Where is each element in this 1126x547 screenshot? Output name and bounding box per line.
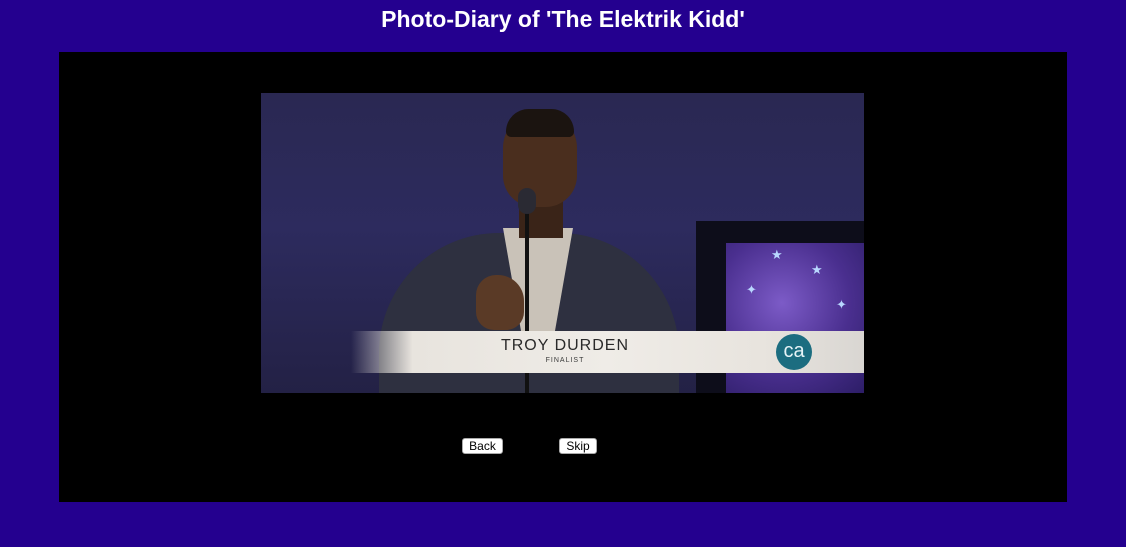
star-icon: ✦ — [836, 297, 847, 312]
star-icon: ★ — [771, 247, 783, 262]
star-icon: ✦ — [746, 282, 757, 297]
diary-photo: ★ ★ ✦ ✦ TROY DURDEN FINALIST ca — [261, 93, 864, 393]
caption-name: TROY DURDEN — [500, 337, 630, 354]
star-icon: ★ — [811, 262, 823, 277]
back-button[interactable]: Back — [462, 438, 503, 454]
performer-hand — [476, 275, 524, 330]
photo-stage: ★ ★ ✦ ✦ TROY DURDEN FINALIST ca Back Ski… — [59, 52, 1067, 502]
performer-hair — [506, 109, 574, 137]
channel-logo: ca — [776, 334, 812, 370]
page-title: Photo-Diary of 'The Elektrik Kidd' — [381, 6, 745, 32]
microphone-icon — [518, 188, 536, 214]
caption-subtitle: FINALIST — [545, 357, 585, 364]
skip-button[interactable]: Skip — [559, 438, 597, 454]
